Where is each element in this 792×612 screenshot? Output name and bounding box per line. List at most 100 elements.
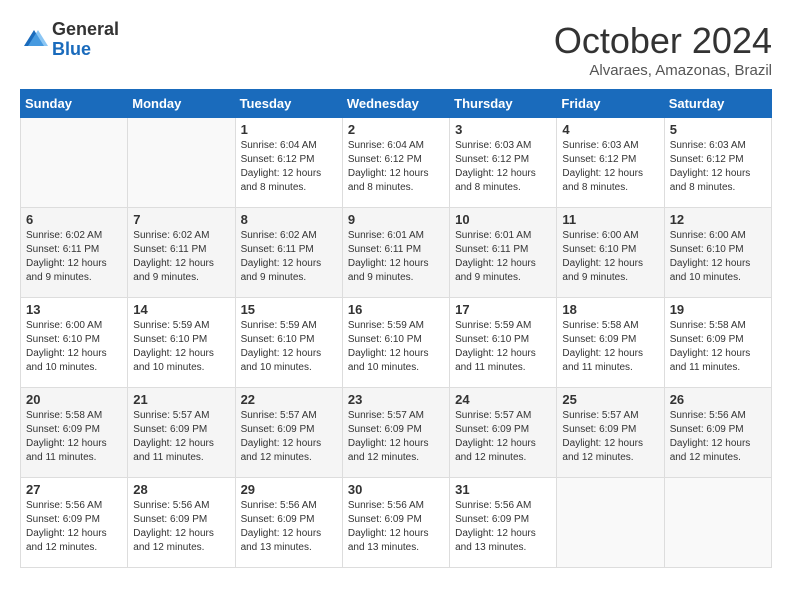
day-of-week-wednesday: Wednesday xyxy=(342,90,449,118)
calendar-week-row: 6 Sunrise: 6:02 AM Sunset: 6:11 PM Daylig… xyxy=(21,208,772,298)
calendar-cell: 4Sunrise: 6:03 AM Sunset: 6:12 PM Daylig… xyxy=(557,118,664,208)
calendar-cell: 24Sunrise: 5:57 AM Sunset: 6:09 PM Dayli… xyxy=(450,388,557,478)
days-of-week-row: SundayMondayTuesdayWednesdayThursdayFrid… xyxy=(21,90,772,118)
day-number: 25 xyxy=(562,392,658,407)
day-number: 17 xyxy=(455,302,551,317)
day-number: 3 xyxy=(455,122,551,137)
day-info: Sunrise: 5:56 AM Sunset: 6:09 PM Dayligh… xyxy=(26,499,122,555)
day-info: Sunrise: 6:01 AM Sunset: 6:11 PM Dayligh… xyxy=(455,229,551,285)
day-info: Sunrise: 6:02 AM Sunset: 6:11 PM Dayligh… xyxy=(133,229,229,285)
day-number: 28 xyxy=(133,482,229,497)
day-info: Sunrise: 5:56 AM Sunset: 6:09 PM Dayligh… xyxy=(670,409,766,465)
day-info: Sunrise: 5:57 AM Sunset: 6:09 PM Dayligh… xyxy=(562,409,658,465)
calendar-header: SundayMondayTuesdayWednesdayThursdayFrid… xyxy=(21,90,772,118)
day-of-week-tuesday: Tuesday xyxy=(235,90,342,118)
day-number: 26 xyxy=(670,392,766,407)
calendar-cell: 23Sunrise: 5:57 AM Sunset: 6:09 PM Dayli… xyxy=(342,388,449,478)
day-number: 18 xyxy=(562,302,658,317)
calendar-cell: 18 Sunrise: 5:58 AM Sunset: 6:09 PM Dayli… xyxy=(557,298,664,388)
day-number: 10 xyxy=(455,212,551,227)
day-number: 5 xyxy=(670,122,766,137)
day-number: 8 xyxy=(241,212,337,227)
day-number: 16 xyxy=(348,302,444,317)
calendar-cell: 7Sunrise: 6:02 AM Sunset: 6:11 PM Daylig… xyxy=(128,208,235,298)
calendar-week-row: 13Sunrise: 6:00 AM Sunset: 6:10 PM Dayli… xyxy=(21,298,772,388)
calendar-week-row: 27 Sunrise: 5:56 AM Sunset: 6:09 PM Dayli… xyxy=(21,478,772,568)
calendar-cell: 9Sunrise: 6:01 AM Sunset: 6:11 PM Daylig… xyxy=(342,208,449,298)
day-info: Sunrise: 5:57 AM Sunset: 6:09 PM Dayligh… xyxy=(133,409,229,465)
day-info: Sunrise: 6:00 AM Sunset: 6:10 PM Dayligh… xyxy=(562,229,658,285)
calendar-cell: 21Sunrise: 5:57 AM Sunset: 6:09 PM Dayli… xyxy=(128,388,235,478)
calendar-cell: 12 Sunrise: 6:00 AM Sunset: 6:10 PM Dayli… xyxy=(664,208,771,298)
day-info: Sunrise: 5:58 AM Sunset: 6:09 PM Dayligh… xyxy=(26,409,122,465)
day-info: Sunrise: 6:02 AM Sunset: 6:11 PM Dayligh… xyxy=(241,229,337,285)
day-number: 13 xyxy=(26,302,122,317)
day-info: Sunrise: 5:59 AM Sunset: 6:10 PM Dayligh… xyxy=(348,319,444,375)
calendar-cell xyxy=(664,478,771,568)
calendar-cell: 30Sunrise: 5:56 AM Sunset: 6:09 PM Dayli… xyxy=(342,478,449,568)
calendar-cell: 3Sunrise: 6:03 AM Sunset: 6:12 PM Daylig… xyxy=(450,118,557,208)
calendar-cell: 26 Sunrise: 5:56 AM Sunset: 6:09 PM Dayli… xyxy=(664,388,771,478)
calendar-cell: 6 Sunrise: 6:02 AM Sunset: 6:11 PM Daylig… xyxy=(21,208,128,298)
day-number: 31 xyxy=(455,482,551,497)
day-number: 15 xyxy=(241,302,337,317)
calendar-cell: 29 Sunrise: 5:56 AM Sunset: 6:09 PM Dayli… xyxy=(235,478,342,568)
day-number: 2 xyxy=(348,122,444,137)
day-info: Sunrise: 5:56 AM Sunset: 6:09 PM Dayligh… xyxy=(133,499,229,555)
logo-blue-text: Blue xyxy=(52,40,119,60)
day-of-week-thursday: Thursday xyxy=(450,90,557,118)
calendar-cell xyxy=(557,478,664,568)
day-number: 12 xyxy=(670,212,766,227)
calendar-cell: 2 Sunrise: 6:04 AM Sunset: 6:12 PM Daylig… xyxy=(342,118,449,208)
calendar-cell: 20 Sunrise: 5:58 AM Sunset: 6:09 PM Dayli… xyxy=(21,388,128,478)
day-info: Sunrise: 5:57 AM Sunset: 6:09 PM Dayligh… xyxy=(241,409,337,465)
calendar-cell: 16 Sunrise: 5:59 AM Sunset: 6:10 PM Dayli… xyxy=(342,298,449,388)
calendar-cell: 15 Sunrise: 5:59 AM Sunset: 6:10 PM Dayli… xyxy=(235,298,342,388)
day-number: 29 xyxy=(241,482,337,497)
logo: General Blue xyxy=(20,20,119,60)
day-number: 1 xyxy=(241,122,337,137)
day-number: 6 xyxy=(26,212,122,227)
title-section: October 2024 Alvaraes, Amazonas, Brazil xyxy=(554,20,772,79)
day-info: Sunrise: 5:57 AM Sunset: 6:09 PM Dayligh… xyxy=(455,409,551,465)
calendar-body: 1 Sunrise: 6:04 AM Sunset: 6:12 PM Daylig… xyxy=(21,118,772,568)
logo-general-text: General xyxy=(52,20,119,40)
calendar-cell: 27 Sunrise: 5:56 AM Sunset: 6:09 PM Dayli… xyxy=(21,478,128,568)
day-number: 19 xyxy=(670,302,766,317)
day-of-week-saturday: Saturday xyxy=(664,90,771,118)
calendar-cell: 17 Sunrise: 5:59 AM Sunset: 6:10 PM Dayli… xyxy=(450,298,557,388)
calendar-cell: 1 Sunrise: 6:04 AM Sunset: 6:12 PM Daylig… xyxy=(235,118,342,208)
day-info: Sunrise: 5:57 AM Sunset: 6:09 PM Dayligh… xyxy=(348,409,444,465)
calendar-week-row: 20 Sunrise: 5:58 AM Sunset: 6:09 PM Dayli… xyxy=(21,388,772,478)
day-number: 20 xyxy=(26,392,122,407)
day-info: Sunrise: 6:02 AM Sunset: 6:11 PM Dayligh… xyxy=(26,229,122,285)
location-subtitle: Alvaraes, Amazonas, Brazil xyxy=(554,62,772,79)
day-info: Sunrise: 5:59 AM Sunset: 6:10 PM Dayligh… xyxy=(241,319,337,375)
page-header: General Blue October 2024 Alvaraes, Amaz… xyxy=(20,20,772,79)
day-info: Sunrise: 5:58 AM Sunset: 6:09 PM Dayligh… xyxy=(670,319,766,375)
calendar-cell: 11 Sunrise: 6:00 AM Sunset: 6:10 PM Dayli… xyxy=(557,208,664,298)
day-info: Sunrise: 6:00 AM Sunset: 6:10 PM Dayligh… xyxy=(670,229,766,285)
calendar-cell: 28 Sunrise: 5:56 AM Sunset: 6:09 PM Dayli… xyxy=(128,478,235,568)
calendar-cell: 8 Sunrise: 6:02 AM Sunset: 6:11 PM Daylig… xyxy=(235,208,342,298)
day-info: Sunrise: 5:56 AM Sunset: 6:09 PM Dayligh… xyxy=(241,499,337,555)
day-info: Sunrise: 6:03 AM Sunset: 6:12 PM Dayligh… xyxy=(670,139,766,195)
day-of-week-monday: Monday xyxy=(128,90,235,118)
day-info: Sunrise: 6:04 AM Sunset: 6:12 PM Dayligh… xyxy=(241,139,337,195)
day-info: Sunrise: 5:59 AM Sunset: 6:10 PM Dayligh… xyxy=(133,319,229,375)
day-info: Sunrise: 5:59 AM Sunset: 6:10 PM Dayligh… xyxy=(455,319,551,375)
day-of-week-friday: Friday xyxy=(557,90,664,118)
day-number: 11 xyxy=(562,212,658,227)
day-info: Sunrise: 5:58 AM Sunset: 6:09 PM Dayligh… xyxy=(562,319,658,375)
calendar-cell xyxy=(128,118,235,208)
day-info: Sunrise: 6:01 AM Sunset: 6:11 PM Dayligh… xyxy=(348,229,444,285)
month-title: October 2024 xyxy=(554,20,772,62)
logo-icon xyxy=(20,26,48,54)
day-info: Sunrise: 5:56 AM Sunset: 6:09 PM Dayligh… xyxy=(455,499,551,555)
day-number: 27 xyxy=(26,482,122,497)
day-info: Sunrise: 6:04 AM Sunset: 6:12 PM Dayligh… xyxy=(348,139,444,195)
calendar-cell: 13Sunrise: 6:00 AM Sunset: 6:10 PM Dayli… xyxy=(21,298,128,388)
calendar-table: SundayMondayTuesdayWednesdayThursdayFrid… xyxy=(20,89,772,568)
calendar-cell: 19 Sunrise: 5:58 AM Sunset: 6:09 PM Dayli… xyxy=(664,298,771,388)
day-info: Sunrise: 6:03 AM Sunset: 6:12 PM Dayligh… xyxy=(562,139,658,195)
